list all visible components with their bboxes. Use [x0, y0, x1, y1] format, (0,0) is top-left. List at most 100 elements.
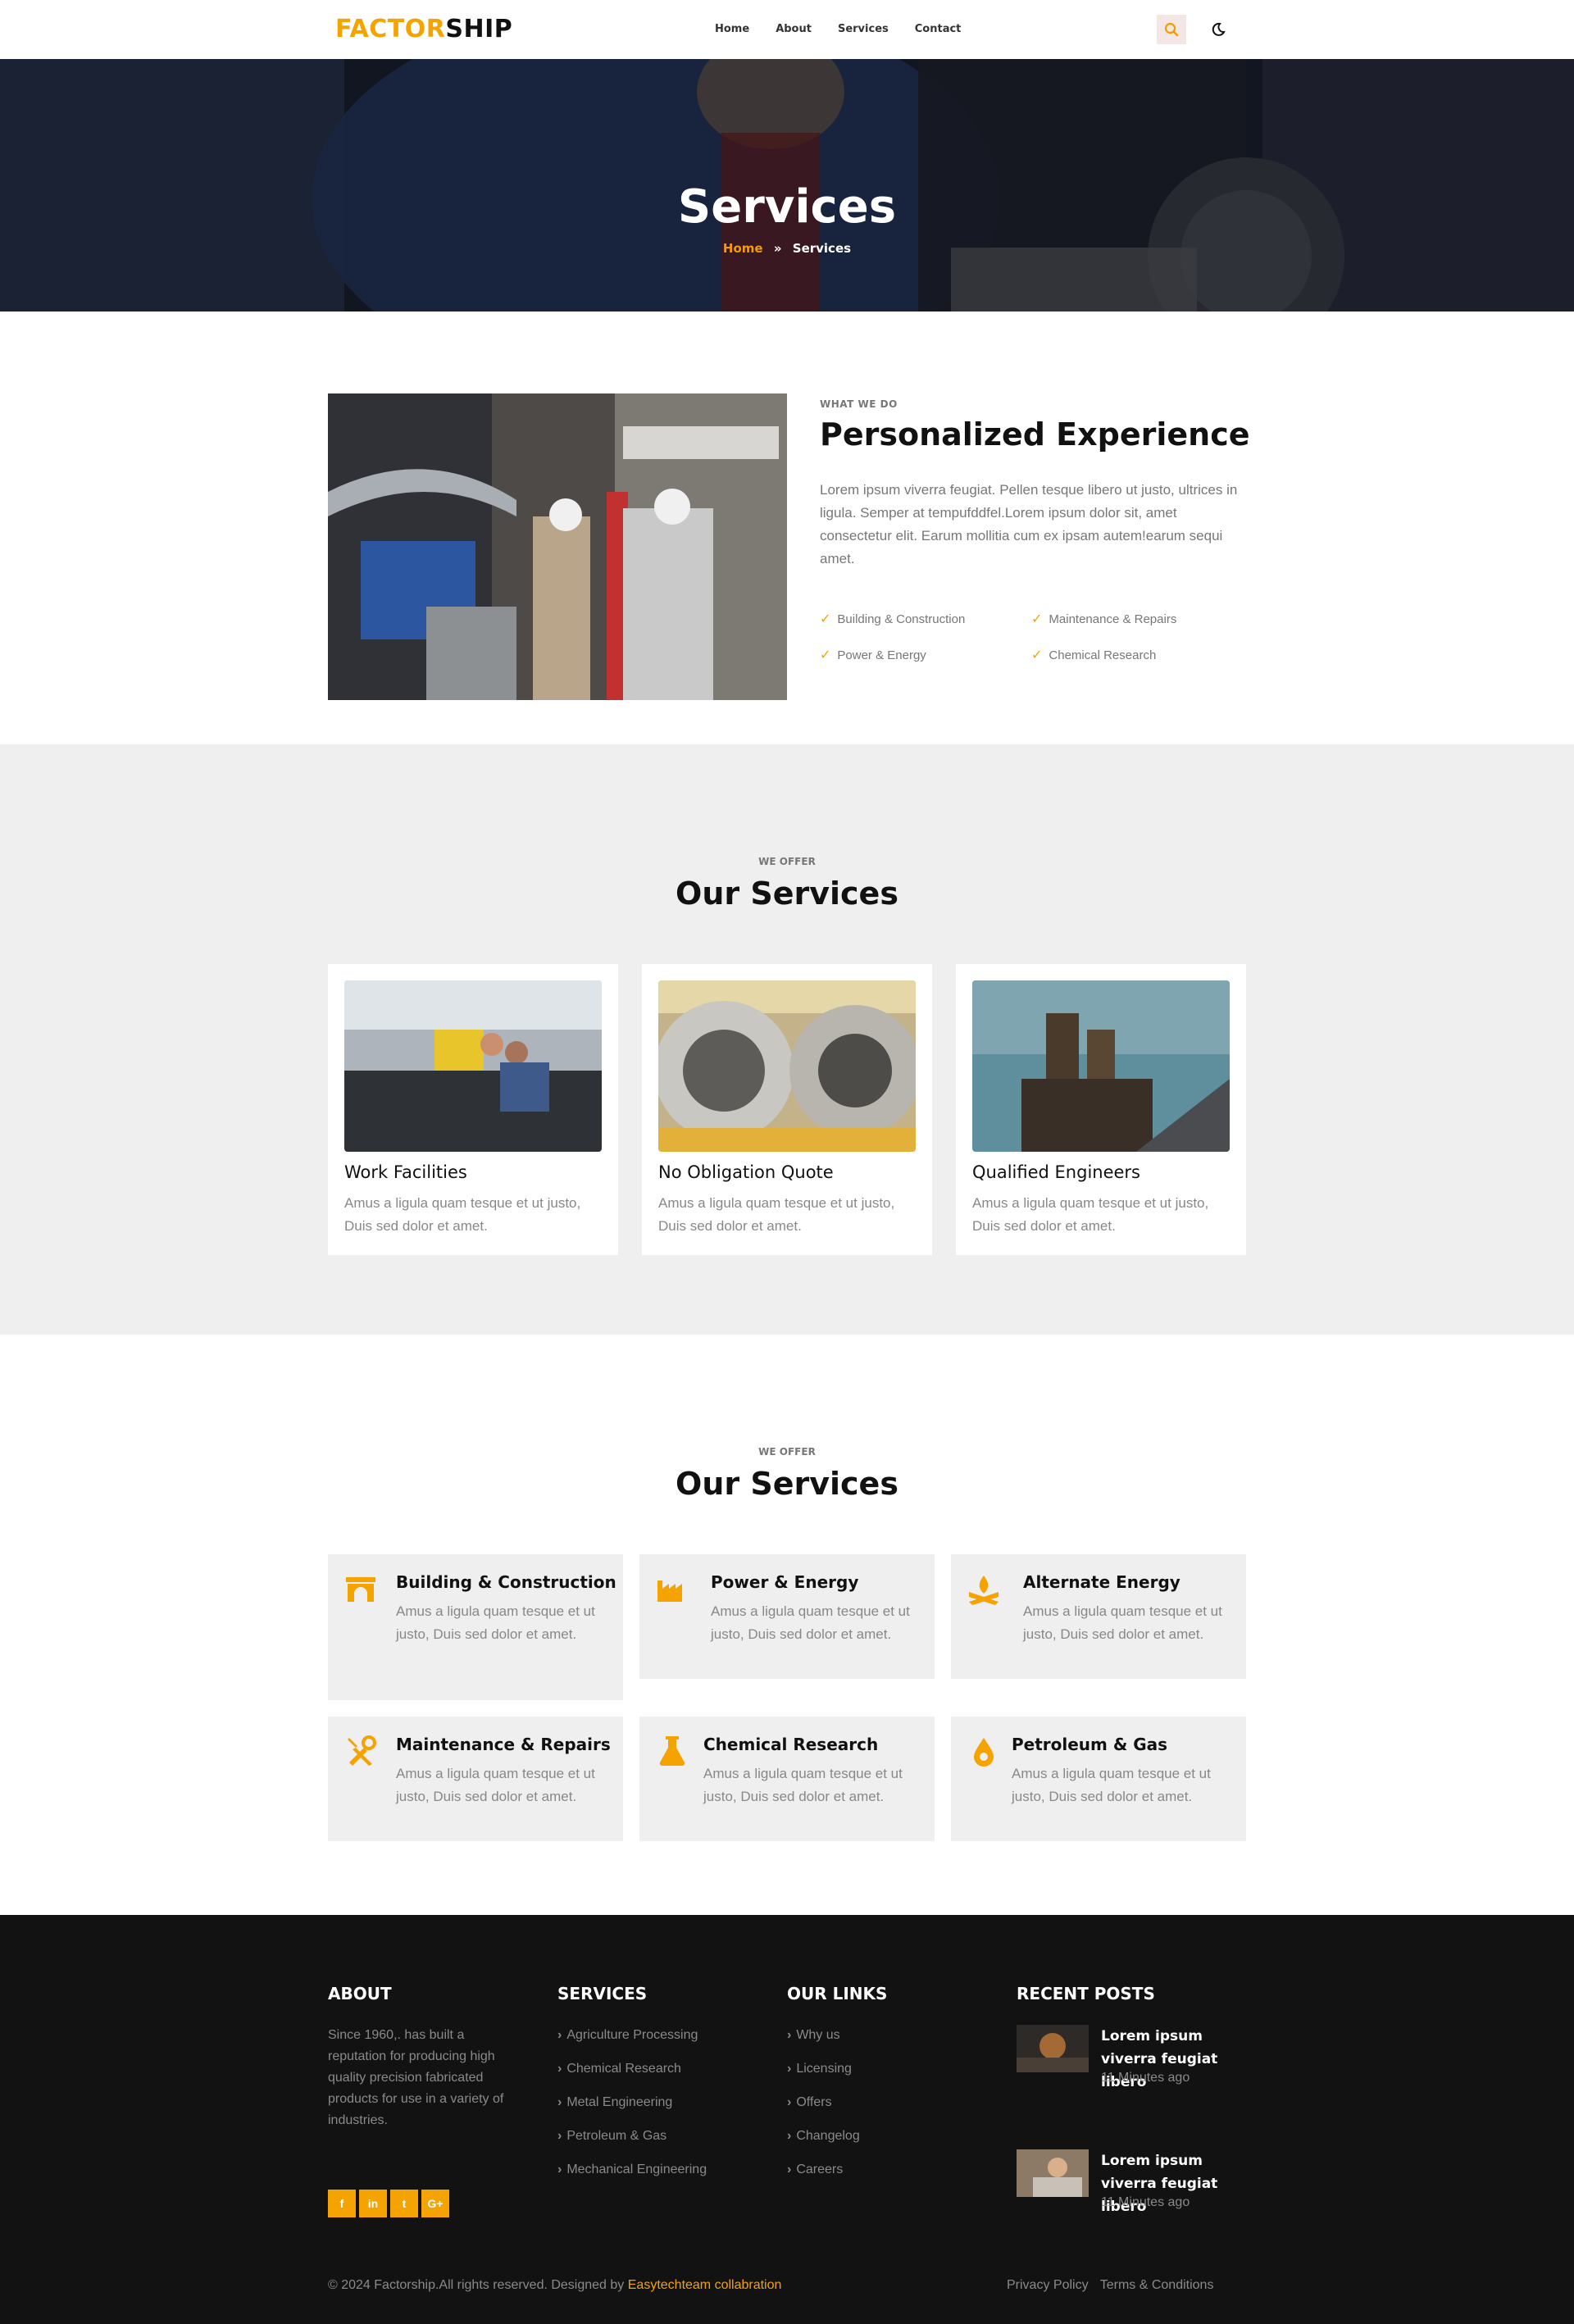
footer-service-link[interactable]: › Metal Engineering: [557, 2095, 707, 2129]
twitter-icon[interactable]: t: [390, 2190, 418, 2217]
nav-home[interactable]: Home: [715, 23, 749, 35]
service-card[interactable]: No Obligation Quote Amus a ligula quam t…: [642, 964, 932, 1255]
service-card[interactable]: Qualified Engineers Amus a ligula quam t…: [956, 964, 1246, 1255]
service-title: Power & Energy: [711, 1572, 859, 1592]
post-time: 11 Minutes ago: [1101, 2195, 1190, 2209]
industry-icon: [657, 1580, 682, 1602]
breadcrumb: Home » Services: [0, 241, 1574, 256]
footer-link[interactable]: › Offers: [787, 2095, 860, 2129]
legal-links: Privacy Policy Terms & Conditions: [1007, 2278, 1221, 2293]
footer-service-link[interactable]: › Agriculture Processing: [557, 2028, 707, 2062]
footer-about-heading: ABOUT: [328, 1984, 392, 2003]
designer-link[interactable]: Easytechteam collabration: [628, 2278, 782, 2292]
check-item: ✓ Power & Energy: [820, 648, 926, 663]
chevron-right-icon: ›: [557, 2062, 562, 2076]
breadcrumb-current: Services: [792, 241, 852, 256]
chevron-right-icon: ›: [787, 2028, 792, 2042]
tools-icon: [348, 1735, 376, 1766]
breadcrumb-home-link[interactable]: Home: [723, 241, 763, 256]
card-image: [658, 980, 916, 1152]
service-text: Amus a ligula quam tesque et ut justo, D…: [1023, 1603, 1222, 1642]
check-item: ✓ Chemical Research: [1031, 648, 1157, 663]
check-item: ✓ Building & Construction: [820, 612, 966, 627]
nav-contact[interactable]: Contact: [915, 23, 962, 35]
terms-conditions-link[interactable]: Terms & Conditions: [1100, 2278, 1214, 2292]
footer-link[interactable]: › Why us: [787, 2028, 860, 2062]
footer-services-list: › Agriculture Processing › Chemical Resear…: [557, 2028, 707, 2196]
site-footer: ABOUT Since 1960,. has built a reputatio…: [0, 1915, 1574, 2324]
service-item[interactable]: Chemical Research Amus a ligula quam tes…: [639, 1717, 935, 1841]
card-title: Work Facilities: [344, 1162, 467, 1182]
check-icon: ✓: [820, 648, 831, 662]
post-thumbnail: [1017, 2149, 1089, 2197]
service-title: Alternate Energy: [1023, 1572, 1180, 1592]
copyright-text: © 2024 Factorship.All rights reserved. D…: [328, 2278, 628, 2292]
privacy-policy-link[interactable]: Privacy Policy: [1007, 2278, 1089, 2292]
moon-icon: [1212, 22, 1226, 36]
service-item[interactable]: Alternate Energy Amus a ligula quam tesq…: [951, 1554, 1246, 1679]
footer-link[interactable]: › Changelog: [787, 2129, 860, 2163]
archway-icon: [346, 1577, 375, 1602]
footer-posts-heading: RECENT POSTS: [1017, 1984, 1155, 2003]
service-item[interactable]: Maintenance & Repairs Amus a ligula quam…: [328, 1717, 623, 1841]
logo-part-factor: FACTOR: [335, 15, 446, 43]
check-icon: ✓: [1031, 612, 1043, 626]
post-thumbnail: [1017, 2025, 1089, 2072]
linkedin-icon[interactable]: in: [359, 2190, 387, 2217]
facebook-icon[interactable]: f: [328, 2190, 356, 2217]
service-card[interactable]: Work Facilities Amus a ligula quam tesqu…: [328, 964, 618, 1255]
services-icons-tag: WE OFFER: [758, 1446, 816, 1458]
recent-post[interactable]: Lorem ipsum viverra feugiat libero 11 Mi…: [1017, 2025, 1262, 2099]
nav-about[interactable]: About: [776, 23, 812, 35]
footer-service-link[interactable]: › Petroleum & Gas: [557, 2129, 707, 2163]
google-plus-icon[interactable]: G+: [421, 2190, 449, 2217]
theme-toggle-button[interactable]: [1207, 18, 1230, 41]
check-icon: ✓: [820, 612, 831, 626]
check-icon: ✓: [1031, 648, 1043, 662]
recent-post[interactable]: Lorem ipsum viverra feugiat libero 11 Mi…: [1017, 2149, 1262, 2223]
service-item[interactable]: Power & Energy Amus a ligula quam tesque…: [639, 1554, 935, 1679]
footer-link[interactable]: › Licensing: [787, 2062, 860, 2095]
chevron-right-icon: ›: [787, 2129, 792, 2143]
footer-service-link[interactable]: › Mechanical Engineering: [557, 2163, 707, 2196]
service-title: Petroleum & Gas: [1012, 1735, 1168, 1754]
main-nav: Home About Services Contact: [715, 23, 987, 35]
card-text: Amus a ligula quam tesque et ut justo, D…: [972, 1195, 1209, 1234]
card-title: No Obligation Quote: [658, 1162, 834, 1182]
page-hero: Services: [0, 59, 1574, 312]
service-item[interactable]: Petroleum & Gas Amus a ligula quam tesqu…: [951, 1717, 1246, 1841]
social-links: f in t G+: [328, 2190, 449, 2217]
campfire-icon: [969, 1576, 999, 1605]
card-image: [972, 980, 1230, 1152]
service-text: Amus a ligula quam tesque et ut justo, D…: [711, 1603, 910, 1642]
check-item: ✓ Maintenance & Repairs: [1031, 612, 1177, 627]
service-text: Amus a ligula quam tesque et ut justo, D…: [1012, 1766, 1211, 1804]
chevron-right-icon: ›: [557, 2095, 562, 2109]
search-button[interactable]: [1157, 15, 1186, 44]
service-item[interactable]: Building & Construction Amus a ligula qu…: [328, 1554, 623, 1700]
site-logo[interactable]: FACTORSHIP: [335, 15, 512, 43]
about-text: Lorem ipsum viverra feugiat. Pellen tesq…: [820, 482, 1238, 566]
service-text: Amus a ligula quam tesque et ut justo, D…: [396, 1603, 595, 1642]
services-cards-tag: WE OFFER: [758, 856, 816, 867]
nav-services[interactable]: Services: [838, 23, 889, 35]
footer-service-link[interactable]: › Chemical Research: [557, 2062, 707, 2095]
chevron-right-icon: ›: [787, 2062, 792, 2076]
about-tag: WHAT WE DO: [820, 398, 898, 410]
copyright: © 2024 Factorship.All rights reserved. D…: [328, 2278, 781, 2293]
footer-services-heading: SERVICES: [557, 1984, 648, 2003]
footer-link[interactable]: › Careers: [787, 2163, 860, 2196]
chevron-right-icon: ›: [557, 2129, 562, 2143]
footer-links-heading: OUR LINKS: [787, 1984, 888, 2003]
card-title: Qualified Engineers: [972, 1162, 1140, 1182]
site-header: FACTORSHIP Home About Services Contact: [0, 0, 1574, 59]
logo-part-ship: SHIP: [445, 15, 513, 43]
service-text: Amus a ligula quam tesque et ut justo, D…: [396, 1766, 595, 1804]
footer-about-text: Since 1960,. has built a reputation for …: [328, 2028, 504, 2127]
services-icons-title: Our Services: [676, 1466, 898, 1502]
flask-icon: [659, 1736, 685, 1767]
service-title: Maintenance & Repairs: [396, 1735, 611, 1754]
page-title: Services: [677, 180, 897, 234]
services-cards-title: Our Services: [676, 875, 898, 912]
about-title: Personalized Experience: [820, 416, 1250, 453]
